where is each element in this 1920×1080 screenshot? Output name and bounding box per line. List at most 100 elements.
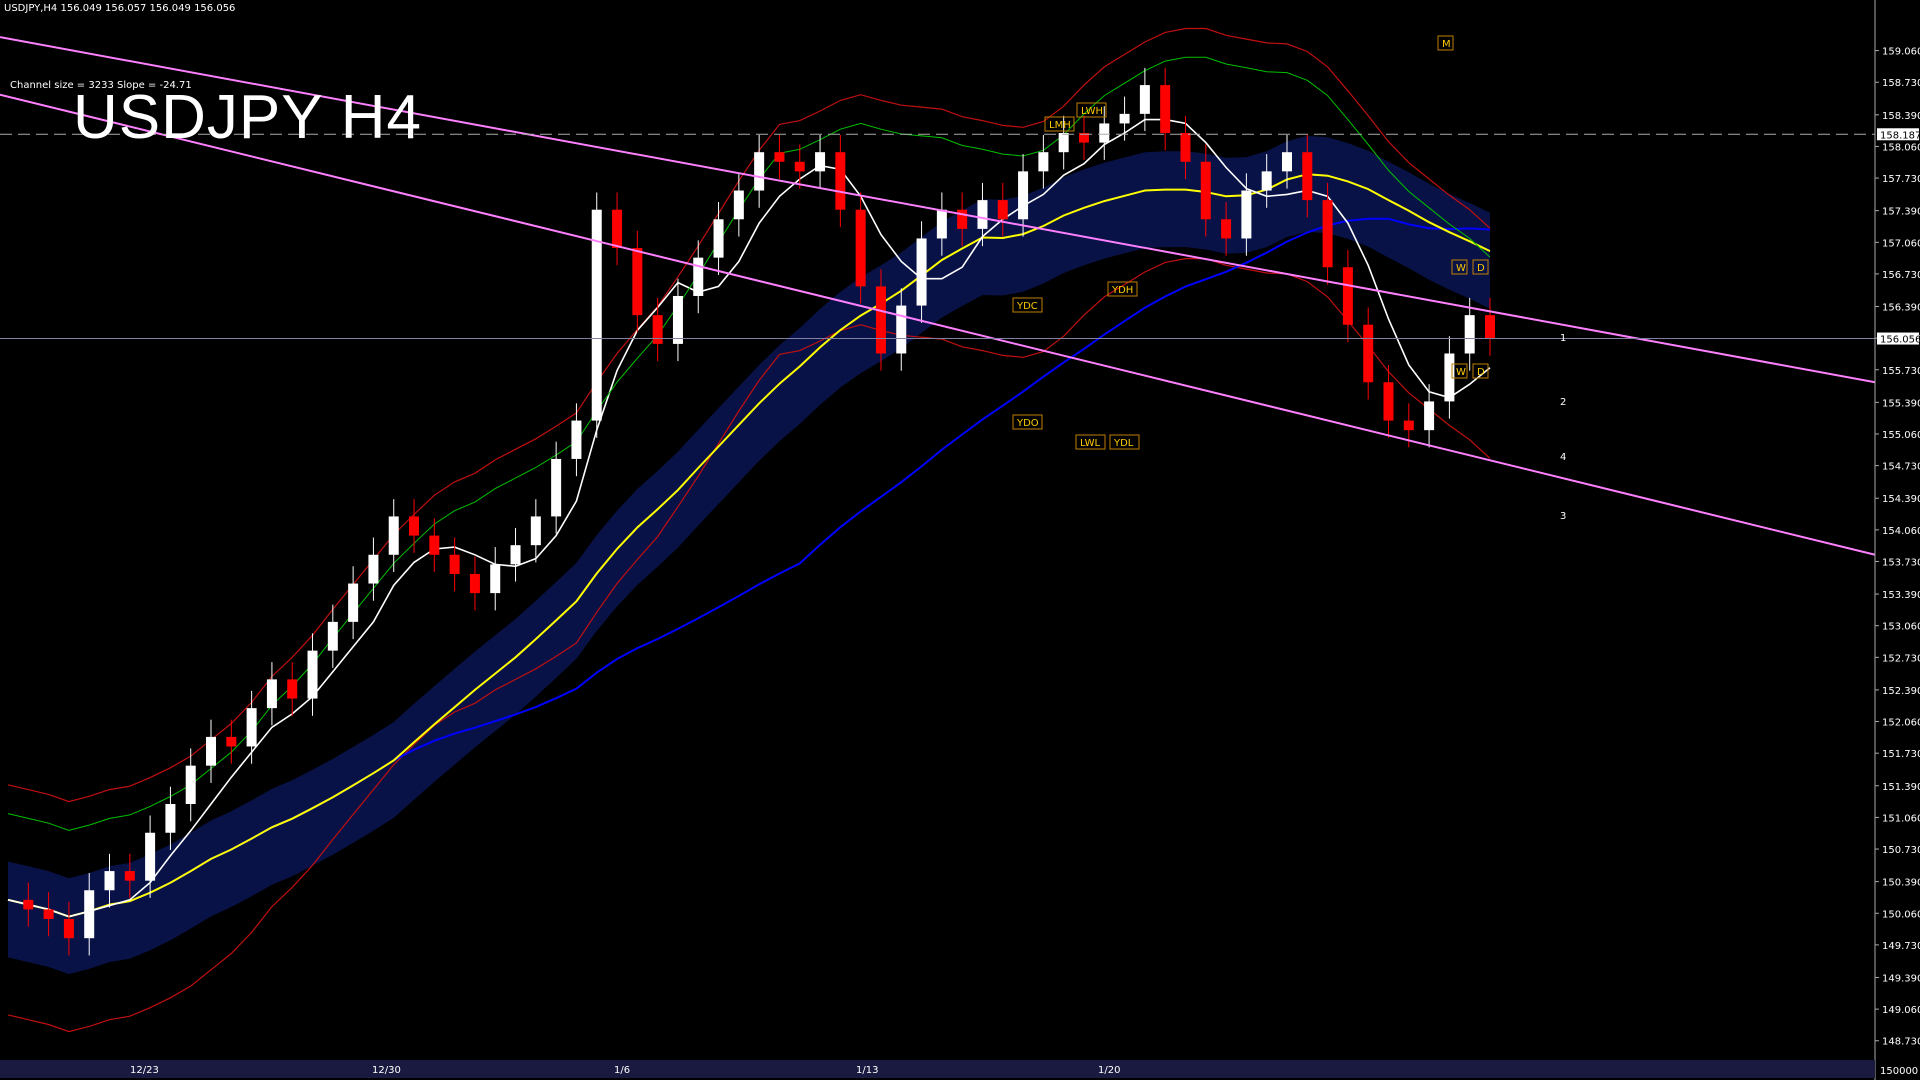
- candle-body: [1444, 353, 1455, 402]
- candle-body: [1119, 113, 1130, 124]
- candle-body: [1038, 152, 1049, 172]
- candle-body: [733, 190, 744, 220]
- candle-body: [855, 209, 866, 287]
- projection-label: 2: [1560, 397, 1566, 408]
- candle-body: [469, 573, 480, 594]
- candle-body: [348, 583, 359, 622]
- level-tag-label: LWH: [1081, 106, 1103, 117]
- candle-body: [1221, 219, 1232, 239]
- level-tag-label: M: [1442, 39, 1451, 50]
- candle-body: [1403, 420, 1414, 431]
- candle-body: [1018, 171, 1029, 220]
- candle-body: [145, 832, 156, 881]
- candle-body: [632, 248, 643, 316]
- candle-body: [672, 295, 683, 344]
- candle-body: [388, 516, 399, 555]
- level-tag-label: W: [1456, 263, 1466, 274]
- candle-body: [327, 621, 338, 651]
- candle-body: [43, 909, 54, 920]
- axis-tick-label: 151.730: [1882, 749, 1920, 760]
- axis-tick-label: 157.390: [1882, 207, 1920, 218]
- candle-body: [266, 679, 277, 709]
- candle-body: [449, 554, 460, 574]
- axis-tick-label: 152.060: [1882, 718, 1920, 729]
- level-tag-label: YDC: [1016, 301, 1038, 312]
- axis-tick-label: 156.390: [1882, 303, 1920, 314]
- price-chart[interactable]: 159.060 158.730 158.390 158.060 157.730 157.3…: [0, 0, 1920, 1080]
- level-tag-label: D: [1477, 367, 1485, 378]
- candle-body: [1160, 85, 1171, 134]
- candle-body: [1485, 315, 1495, 339]
- level-tag-label: LWL: [1080, 438, 1101, 449]
- candle-body: [1281, 152, 1292, 172]
- date-label: 1/20: [1098, 1065, 1120, 1076]
- candle-body: [206, 736, 217, 766]
- axis-tick-label: 149.730: [1882, 941, 1920, 952]
- candle-body: [713, 219, 724, 258]
- date-label: 1/13: [856, 1065, 878, 1076]
- level-tag-label: YDH: [1111, 285, 1133, 296]
- axis-tick-label: 157.060: [1882, 238, 1920, 249]
- candle-body: [530, 516, 541, 546]
- axis-tick-label: 151.060: [1882, 813, 1920, 824]
- candle-body: [977, 200, 988, 229]
- candle-body: [1099, 123, 1110, 143]
- candle-body: [936, 209, 947, 239]
- candle-body: [612, 209, 623, 249]
- axis-tick-label: 155.390: [1882, 398, 1920, 409]
- date-label: 12/23: [130, 1065, 159, 1076]
- candle-body: [1139, 85, 1150, 114]
- axis-tick-label: 154.060: [1882, 526, 1920, 537]
- axis-tick-label: 159.060: [1882, 47, 1920, 58]
- candle-body: [1464, 315, 1475, 354]
- candle-body: [368, 554, 379, 584]
- candle-body: [185, 765, 196, 804]
- candle-body: [652, 315, 663, 344]
- candle-body: [104, 871, 115, 891]
- level-tag-label: W: [1456, 367, 1466, 378]
- candle-body: [1363, 324, 1374, 383]
- candle-body: [1424, 401, 1435, 431]
- candle-body: [815, 152, 826, 172]
- level-tag-label: YDL: [1113, 438, 1134, 449]
- axis-tick-label: 151.390: [1882, 782, 1920, 793]
- candle-body: [165, 803, 176, 833]
- chart-big-title: USDJPY H4: [73, 83, 422, 152]
- candle-body: [307, 650, 318, 699]
- projection-label: 4: [1560, 452, 1566, 463]
- symbol-header: USDJPY,H4 156.049 156.057 156.049 156.05…: [4, 3, 236, 14]
- candle-body: [1261, 171, 1272, 191]
- candle-body: [1058, 133, 1069, 153]
- volume-axis-label: 150000: [1880, 1066, 1918, 1077]
- candle-body: [875, 286, 886, 354]
- axis-tick-label: 149.060: [1882, 1005, 1920, 1016]
- candle-body: [63, 919, 74, 939]
- axis-tick-label: 149.390: [1882, 973, 1920, 984]
- candle-body: [896, 305, 907, 354]
- axis-tick-label: 157.730: [1882, 174, 1920, 185]
- candle-body: [754, 152, 765, 191]
- candle-body: [916, 238, 927, 306]
- date-label: 1/6: [614, 1065, 630, 1076]
- candle-body: [835, 152, 846, 210]
- candle-body: [124, 871, 135, 881]
- candle-body: [23, 899, 34, 910]
- axis-tick-label: 158.730: [1882, 78, 1920, 89]
- price-marker-label: 156.056: [1880, 335, 1920, 346]
- axis-tick-label: 152.730: [1882, 653, 1920, 664]
- projection-label: 3: [1560, 511, 1566, 522]
- axis-tick-label: 155.730: [1882, 366, 1920, 377]
- axis-tick-label: 153.390: [1882, 590, 1920, 601]
- axis-tick-label: 155.060: [1882, 430, 1920, 441]
- candle-body: [409, 516, 420, 536]
- candle-body: [490, 564, 501, 594]
- level-tag-label: D: [1477, 263, 1485, 274]
- candle-body: [84, 890, 95, 939]
- candle-body: [1322, 200, 1333, 268]
- axis-tick-label: 150.390: [1882, 878, 1920, 889]
- candle-body: [794, 161, 805, 172]
- candle-body: [693, 257, 704, 296]
- axis-tick-label: 158.390: [1882, 111, 1920, 122]
- date-strip: [0, 1060, 1875, 1078]
- candle-body: [1180, 133, 1191, 162]
